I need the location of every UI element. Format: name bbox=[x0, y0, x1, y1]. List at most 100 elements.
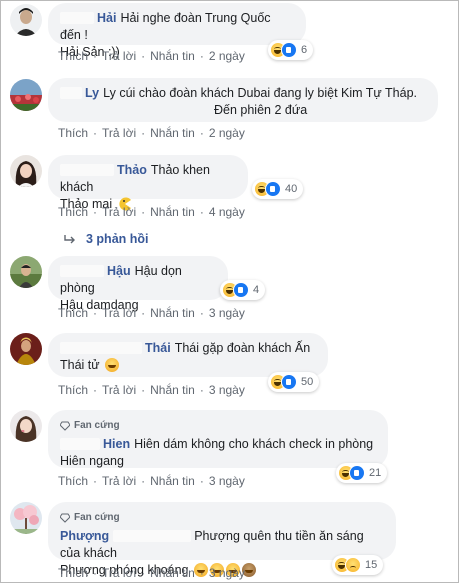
timestamp[interactable]: 3 ngày bbox=[209, 383, 245, 397]
comment-text: Thái gặp đoàn khách Ấn bbox=[174, 341, 311, 355]
message-link[interactable]: Nhắn tin bbox=[150, 205, 195, 219]
separator: · bbox=[93, 383, 98, 397]
reply-link[interactable]: Trả lời bbox=[102, 49, 136, 63]
reply-link[interactable]: Trả lời bbox=[102, 126, 136, 140]
reaction-count: 21 bbox=[369, 467, 382, 479]
separator: · bbox=[199, 205, 204, 219]
timestamp[interactable]: 2 ngày bbox=[209, 126, 245, 140]
like-link[interactable]: Thích bbox=[58, 566, 88, 580]
separator: · bbox=[141, 49, 146, 63]
like-link[interactable]: Thích bbox=[58, 306, 88, 320]
separator: · bbox=[141, 126, 146, 140]
reply-link[interactable]: Trả lời bbox=[102, 383, 136, 397]
fan-badge: Fan cứng bbox=[60, 509, 384, 526]
blurred-name bbox=[60, 342, 142, 354]
comment-author[interactable]: Hậu bbox=[107, 264, 131, 278]
comment-text: Hiên dám không cho khách check in phòng bbox=[134, 437, 374, 451]
message-link[interactable]: Nhắn tin bbox=[150, 474, 195, 488]
separator: · bbox=[93, 49, 98, 63]
comment-text: Ly cúi chào đoàn khách Dubai đang ly biệ… bbox=[103, 86, 418, 100]
reply-link[interactable]: Trả lời bbox=[102, 474, 136, 488]
blurred-name bbox=[60, 438, 100, 450]
comment-bubble: Hậu Hậu dọn phòng Hậu damdang bbox=[48, 256, 228, 312]
comment-author[interactable]: Hien bbox=[103, 437, 130, 451]
comment-text-line2: Thái tử bbox=[60, 358, 100, 372]
message-link[interactable]: Nhắn tin bbox=[150, 306, 195, 320]
separator: · bbox=[141, 383, 146, 397]
timestamp[interactable]: 3 ngày bbox=[209, 306, 245, 320]
badge-label: Fan cứng bbox=[74, 512, 120, 523]
comment-bubble: Ly Ly cúi chào đoàn khách Dubai đang ly b… bbox=[48, 78, 438, 122]
replies-count-label: 3 phản hồi bbox=[86, 232, 149, 246]
timestamp[interactable]: 3 ngày bbox=[209, 566, 245, 580]
separator: · bbox=[93, 474, 98, 488]
avatar[interactable] bbox=[10, 155, 42, 187]
separator: · bbox=[141, 474, 146, 488]
view-replies-link[interactable]: 3 phản hồi bbox=[64, 232, 149, 246]
separator: · bbox=[93, 126, 98, 140]
reaction-count: 50 bbox=[301, 376, 314, 388]
like-link[interactable]: Thích bbox=[58, 126, 88, 140]
avatar[interactable] bbox=[10, 79, 42, 111]
reaction-count: 15 bbox=[365, 559, 378, 571]
like-icon bbox=[281, 42, 297, 58]
like-link[interactable]: Thích bbox=[58, 49, 88, 63]
comment-bubble: Fan cứng Hien Hiên dám không cho khách ch… bbox=[48, 410, 388, 468]
separator: · bbox=[141, 566, 146, 580]
reaction-count: 6 bbox=[301, 44, 308, 56]
reactions-summary[interactable]: 40 bbox=[252, 179, 304, 199]
avatar[interactable] bbox=[10, 4, 42, 36]
comment-actions: Thích · Trả lời · Nhắn tin · 3 ngày bbox=[58, 383, 245, 397]
blurred-name bbox=[60, 87, 82, 99]
avatar[interactable] bbox=[10, 333, 42, 365]
sad-icon bbox=[345, 557, 361, 573]
blurred-name bbox=[60, 265, 104, 277]
reactions-summary[interactable]: 21 bbox=[336, 463, 388, 483]
separator: · bbox=[93, 566, 98, 580]
reactions-summary[interactable]: 15 bbox=[332, 555, 384, 575]
separator: · bbox=[199, 566, 204, 580]
comment-author[interactable]: Thái bbox=[145, 341, 171, 355]
badge-label: Fan cứng bbox=[74, 420, 120, 431]
avatar[interactable] bbox=[10, 502, 42, 534]
like-icon bbox=[281, 374, 297, 390]
blurred-name bbox=[60, 12, 94, 24]
blurred-name bbox=[60, 164, 114, 176]
message-link[interactable]: Nhắn tin bbox=[150, 49, 195, 63]
timestamp[interactable]: 2 ngày bbox=[209, 49, 245, 63]
reaction-count: 4 bbox=[253, 284, 260, 296]
comment-author[interactable]: Phượng bbox=[60, 529, 109, 543]
message-link[interactable]: Nhắn tin bbox=[150, 566, 195, 580]
comment-actions: Thích · Trả lời · Nhắn tin · 3 ngày bbox=[58, 306, 245, 320]
comment-text-line2: Đến phiên 2 đứa bbox=[214, 103, 308, 117]
comment-bubble: Thảo Thảo khen khách Thảo mai bbox=[48, 155, 248, 211]
blurred-name bbox=[113, 530, 192, 542]
reactions-summary[interactable]: 50 bbox=[268, 372, 320, 392]
reactions-summary[interactable]: 4 bbox=[220, 280, 266, 300]
comment-bubble: Fan cứng Phượng Phượng quên thu tiền ăn s… bbox=[48, 502, 396, 577]
reply-link[interactable]: Trả lời bbox=[102, 566, 136, 580]
reply-link[interactable]: Trả lời bbox=[102, 306, 136, 320]
reply-link[interactable]: Trả lời bbox=[102, 205, 136, 219]
separator: · bbox=[199, 383, 204, 397]
like-link[interactable]: Thích bbox=[58, 383, 88, 397]
avatar[interactable] bbox=[10, 256, 42, 288]
diamond-icon bbox=[60, 421, 70, 431]
reactions-summary[interactable]: 6 bbox=[268, 40, 314, 60]
message-link[interactable]: Nhắn tin bbox=[150, 383, 195, 397]
timestamp[interactable]: 3 ngày bbox=[209, 474, 245, 488]
timestamp[interactable]: 4 ngày bbox=[209, 205, 245, 219]
avatar[interactable] bbox=[10, 410, 42, 442]
comment-author[interactable]: Ly bbox=[85, 86, 99, 100]
separator: · bbox=[199, 474, 204, 488]
comment-bubble: Hải Hải nghe đoàn Trung Quốc đến ! Hải Sả… bbox=[48, 3, 306, 59]
comment-actions: Thích · Trả lời · Nhắn tin · 2 ngày bbox=[58, 126, 245, 140]
comment-bubble: Thái Thái gặp đoàn khách Ấn Thái tử bbox=[48, 333, 328, 377]
like-link[interactable]: Thích bbox=[58, 205, 88, 219]
comment-author[interactable]: Thảo bbox=[117, 163, 147, 177]
message-link[interactable]: Nhắn tin bbox=[150, 126, 195, 140]
comment-actions: Thích · Trả lời · Nhắn tin · 2 ngày bbox=[58, 49, 245, 63]
comment-author[interactable]: Hải bbox=[97, 11, 116, 25]
separator: · bbox=[199, 126, 204, 140]
like-link[interactable]: Thích bbox=[58, 474, 88, 488]
